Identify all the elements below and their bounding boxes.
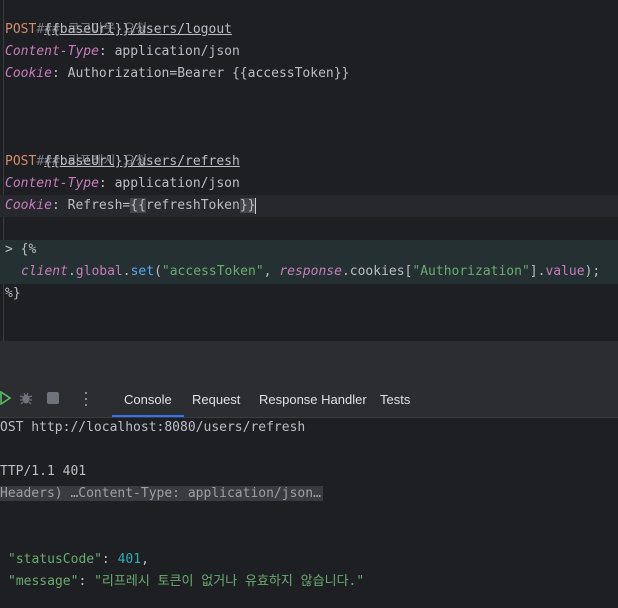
script-object: client (21, 264, 68, 279)
debug-icon[interactable] (19, 391, 33, 405)
url-variable[interactable]: baseUrl (60, 154, 115, 169)
json-comma: , (141, 552, 149, 567)
script-property: global (75, 264, 123, 279)
script-open: > {% (5, 242, 37, 257)
header-key: Cookie (5, 66, 52, 81)
brace-match: }} (239, 198, 256, 213)
script-string: "accessToken" (161, 264, 264, 279)
header-key: Cookie (5, 198, 52, 213)
tab-response-handler[interactable]: Response Handler (259, 381, 367, 417)
script-object: response (279, 264, 342, 279)
editor-line: Cookie: Authorization=Bearer {{accessTok… (5, 63, 349, 85)
json-key: "statusCode" (8, 552, 102, 567)
editor-line: ### 리프레시 요청 (5, 129, 147, 169)
script-dot: . (67, 264, 76, 279)
json-key: "message" (8, 574, 79, 589)
json-line: "statusCode": 401, (8, 549, 149, 571)
url-brace: {{ (44, 154, 60, 169)
url-path: }}/users/refresh (114, 154, 240, 169)
json-number: 401 (117, 552, 142, 567)
more-vertical-icon[interactable] (85, 391, 87, 407)
panel-divider[interactable] (0, 341, 618, 382)
script-member: ]. (529, 264, 546, 279)
editor-line: %} (5, 283, 21, 305)
tab-tests[interactable]: Tests (380, 381, 410, 417)
script-end: ); (584, 264, 601, 279)
cookie-variable[interactable]: refreshToken (146, 198, 240, 213)
editor-line: POST {{baseUrl}}/users/refresh (5, 151, 240, 173)
url-brace: {{ (44, 22, 60, 37)
header-value: : application/json (98, 44, 240, 59)
header-key: Content-Type (5, 176, 99, 191)
script-paren: ( (154, 264, 162, 279)
url-path: }}/users/logout (114, 22, 232, 37)
editor-line: > {% (5, 239, 36, 261)
http-request-editor[interactable]: ### 로그아웃 요청 POST {{baseUrl}}/users/logou… (0, 0, 618, 341)
editor-line: Content-Type: application/json (5, 41, 240, 63)
console-output[interactable]: OST http://localhost:8080/users/refresh … (0, 418, 618, 608)
script-member: .cookies[ (341, 264, 413, 279)
header-value: : Authorization=Bearer {{accessToken}} (51, 66, 350, 81)
json-sep: : (101, 552, 118, 567)
editor-line: Content-Type: application/json (5, 173, 240, 195)
header-value: : Refresh= (51, 198, 131, 213)
stop-icon[interactable] (46, 391, 60, 405)
method: POST (5, 22, 37, 37)
editor-line: Cookie: Refresh={{refreshToken}} (5, 195, 257, 217)
status-line: TTP/1.1 401 (0, 464, 87, 479)
request-line: OST http://localhost:8080/users/refresh (0, 420, 306, 435)
json-line: "message": "리프레시 토큰이 없거나 유효하지 않습니다." (8, 571, 364, 593)
json-string: "리프레시 토큰이 없거나 유효하지 않습니다." (94, 574, 365, 589)
header-key: Content-Type (5, 44, 99, 59)
url-variable[interactable]: baseUrl (60, 22, 115, 37)
header-value: : application/json (98, 176, 240, 191)
method: POST (5, 154, 37, 169)
script-dot: . (122, 264, 131, 279)
text-caret (255, 197, 257, 214)
script-property: value (545, 264, 585, 279)
script-function: set (130, 264, 155, 279)
services-toolbar: Console Request Response Handler Tests (0, 381, 618, 418)
script-comma: , (263, 264, 280, 279)
headers-collapsed[interactable]: Headers) …Content-Type: application/json… (0, 483, 323, 505)
script-close: %} (5, 286, 21, 301)
run-icon[interactable] (0, 391, 12, 405)
editor-line: client.global.set("accessToken", respons… (21, 261, 600, 283)
editor-line: POST {{baseUrl}}/users/logout (5, 19, 232, 41)
tab-console[interactable]: Console (112, 381, 184, 417)
tab-request[interactable]: Request (192, 381, 240, 417)
headers-fold[interactable]: Headers) …Content-Type: application/json… (0, 486, 323, 501)
script-string: "Authorization" (412, 264, 530, 279)
json-sep: : (78, 574, 95, 589)
editor-line: ### 로그아웃 요청 (5, 0, 147, 37)
editor-gutter (3, 0, 4, 341)
brace-match: {{ (130, 198, 146, 213)
